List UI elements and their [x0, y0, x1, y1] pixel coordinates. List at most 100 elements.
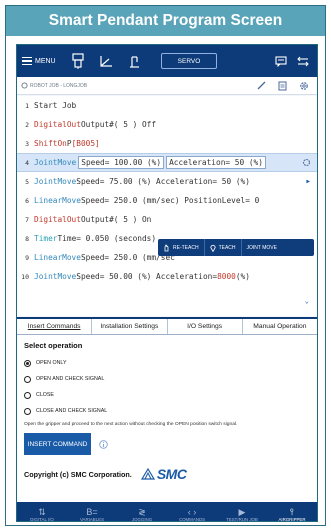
insert-commands-panel: Select operation OPEN ONLY OPEN AND CHEC… — [17, 335, 317, 488]
joint-move-button[interactable]: JOINT MOVE — [240, 239, 282, 256]
option-close-and-check[interactable]: CLOSE AND CHECK SIGNAL — [24, 403, 310, 419]
tab-installation-settings[interactable]: Installation Settings — [92, 319, 168, 334]
tab-manual-operation[interactable]: Manual Operation — [243, 319, 317, 334]
program-line-1[interactable]: 1 Start Job — [17, 96, 317, 115]
gripper-icon: ⫯ — [290, 506, 294, 517]
line-settings-icon[interactable] — [302, 158, 311, 167]
nav-airgripper[interactable]: ⫯ AIRGRIPPER — [267, 502, 317, 522]
job-path-bar: ROBOT JOB - LONGJOB — [17, 77, 317, 95]
line-number: 9 — [25, 253, 29, 262]
option-open-only[interactable]: OPEN ONLY — [24, 355, 310, 371]
program-listing: 1 Start Job 2 DigitalOut Output#( 5 ) Of… — [17, 96, 317, 316]
program-line-7[interactable]: 7 DigitalOut Output#( 5 ) On — [17, 210, 317, 229]
insert-command-button[interactable]: INSERT COMMAND — [24, 433, 91, 455]
nav-variables[interactable]: B= VARIABLES — [67, 502, 117, 522]
acceleration-value: 8000 — [217, 272, 236, 281]
line-number: 2 — [25, 120, 29, 129]
nav-test-run-job[interactable]: ▶ TEST/RUN JOB — [217, 502, 267, 522]
info-icon[interactable] — [99, 439, 108, 449]
coordinate-icon[interactable] — [95, 50, 117, 72]
line-params: Time= 0.050 (seconds) — [57, 234, 157, 243]
nav-label: DIGITAL I/O — [30, 517, 54, 522]
line-number: 1 — [25, 101, 29, 110]
tab-io-settings[interactable]: I/O Settings — [168, 319, 243, 334]
nav-label: JOGGING — [131, 517, 153, 522]
menu-label: MENU — [35, 57, 56, 65]
play-icon: ▶ — [238, 506, 246, 517]
hand-icon — [164, 243, 169, 251]
copyright-text: Copyright (c) SMC Corporation. — [24, 469, 132, 479]
option-label: OPEN ONLY — [36, 360, 67, 366]
option-label: OPEN AND CHECK SIGNAL — [36, 376, 105, 382]
option-label: CLOSE — [36, 392, 54, 398]
line-number: 6 — [25, 196, 29, 205]
nav-digital-io[interactable]: ⇅ DIGITAL I/O — [17, 502, 67, 522]
radio[interactable] — [24, 391, 31, 399]
reteach-button[interactable]: RE-TEACH — [158, 239, 204, 256]
message-icon[interactable] — [273, 53, 289, 69]
line-params: Speed= 250.0 (mm/sec) PositionLevel= 0 — [80, 196, 260, 205]
digital-io-icon: ⇅ — [38, 506, 46, 517]
scroll-down-icon[interactable]: ⌄ — [305, 297, 309, 305]
line-command: LinearMove — [34, 253, 81, 262]
line-params: Output#( 5 ) On — [80, 215, 152, 224]
command-panel: Insert Commands Installation Settings I/… — [17, 317, 317, 521]
radio-selected[interactable] — [24, 359, 31, 367]
nav-commands[interactable]: ‹ › COMMANDS — [167, 502, 217, 521]
nav-label: AIRGRIPPER — [278, 517, 306, 522]
nav-jogging[interactable]: ≷ JOGGING — [117, 502, 167, 522]
job-path: ROBOT JOB - LONGJOB — [30, 82, 88, 89]
smc-logo: SMC — [140, 466, 187, 482]
program-line-10[interactable]: 10 JointMove Speed= 50.00 (%) Accelerati… — [17, 267, 317, 286]
location-pin-icon — [209, 244, 216, 252]
radio[interactable] — [24, 375, 31, 383]
radio[interactable] — [24, 407, 31, 415]
top-bar: MENU SERVO — [17, 45, 317, 77]
speed-field[interactable]: Speed= 100.00 (%) — [78, 156, 165, 169]
smc-logo-text: SMC — [156, 466, 187, 482]
line-command: JointMove — [34, 272, 77, 281]
cursor-arrow-icon: ▶ — [306, 178, 310, 185]
acceleration-field[interactable]: Acceleration= 50 (%) — [166, 156, 266, 169]
line-params: Speed= 50.00 (%) Acceleration= — [76, 272, 218, 281]
teach-button[interactable]: TEACH — [203, 239, 241, 256]
edit-icon[interactable] — [257, 81, 266, 90]
line-number: 3 — [25, 139, 29, 148]
program-line-5[interactable]: 5 JointMove Speed= 75.00 (%) Acceleratio… — [17, 172, 317, 191]
variables-icon: B= — [86, 507, 98, 517]
line-command: Start Job — [34, 101, 77, 110]
pendant-screen: MENU SERVO ROBOT JOB - LONGJOB 1 Start J… — [16, 44, 318, 522]
reteach-label: RE-TEACH — [173, 244, 199, 251]
select-operation-title: Select operation — [24, 341, 83, 350]
tab-insert-commands[interactable]: Insert Commands — [17, 319, 93, 334]
line-command: JointMove — [34, 177, 77, 186]
option-open-and-check[interactable]: OPEN AND CHECK SIGNAL — [24, 371, 310, 387]
nav-label: TEST/RUN JOB — [226, 517, 258, 522]
gear-icon[interactable] — [299, 81, 309, 91]
program-line-6[interactable]: 6 LinearMove Speed= 250.0 (mm/sec) Posit… — [17, 191, 317, 210]
tool-icon[interactable] — [123, 50, 145, 72]
servo-button[interactable]: SERVO — [161, 53, 217, 69]
line-params: Speed= 75.00 (%) Acceleration= 50 (%) — [76, 177, 250, 186]
commands-icon: ‹ › — [187, 507, 197, 517]
line-number: 10 — [21, 272, 29, 281]
program-line-3[interactable]: 3 ShiftOn P [B005] — [17, 134, 317, 153]
document-icon[interactable] — [278, 81, 287, 91]
line-command: Timer — [34, 234, 58, 243]
nav-label: VARIABLES — [79, 517, 105, 522]
program-line-4[interactable]: 4 JointMove Speed= 100.00 (%) Accelerati… — [17, 153, 317, 172]
option-label: CLOSE AND CHECK SIGNAL — [36, 408, 108, 414]
line-command: ShiftOn — [34, 139, 67, 148]
program-line-2[interactable]: 2 DigitalOut Output#( 5 ) Off — [17, 115, 317, 134]
menu-button[interactable]: MENU — [17, 55, 61, 68]
job-breadcrumb: ROBOT JOB - LONGJOB — [21, 82, 87, 89]
hamburger-icon — [22, 55, 32, 68]
smc-logo-mark — [140, 467, 155, 480]
robot-status-icon[interactable] — [67, 50, 89, 72]
line-variable: [B005] — [71, 139, 100, 148]
line-number: 7 — [25, 215, 29, 224]
option-close[interactable]: CLOSE — [24, 387, 310, 403]
swap-icon[interactable] — [295, 53, 311, 69]
operation-description: Open the gripper and proceed to the next… — [24, 422, 238, 427]
page-caption: Smart Pendant Program Screen — [6, 6, 325, 36]
